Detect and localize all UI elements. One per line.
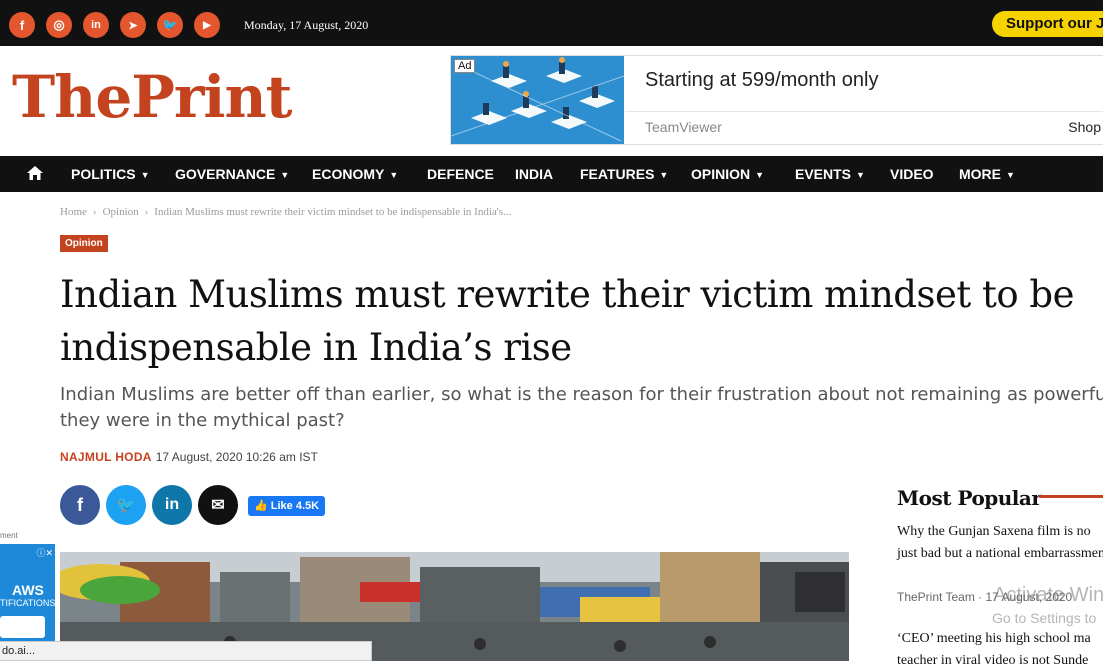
left-ad-text: TIFICATIONS xyxy=(0,598,55,608)
nav-more[interactable]: MORE ▼ xyxy=(959,156,1015,192)
facebook-icon[interactable]: f xyxy=(9,12,35,38)
nav-economy[interactable]: ECONOMY ▼ xyxy=(312,156,398,192)
main-nav: POLITICS ▼ GOVERNANCE ▼ ECONOMY ▼ DEFENCE I… xyxy=(0,156,1103,192)
ad-tag: Ad xyxy=(454,59,476,73)
ad-sponsor: TeamViewer xyxy=(645,119,722,135)
byline: NAJMUL HODA 17 August, 2020 10:26 am IST xyxy=(60,450,318,464)
nav-label: DEFENCE xyxy=(427,166,494,182)
chevron-down-icon: ▼ xyxy=(659,170,669,180)
twitter-icon[interactable]: 🐦 xyxy=(157,12,183,38)
left-ad-brand: AWS xyxy=(12,582,44,598)
chevron-down-icon: ▼ xyxy=(856,170,865,180)
nav-label: INDIA xyxy=(515,166,554,182)
activation-watermark-text: Go to Settings to xyxy=(992,610,1097,626)
nav-opinion[interactable]: OPINION ▼ xyxy=(691,156,764,192)
logo-the: The xyxy=(12,63,132,131)
breadcrumb-current: Indian Muslims must rewrite their victim… xyxy=(154,206,512,218)
left-side-ad[interactable]: ⓘ✕ AWS TIFICATIONS xyxy=(0,544,55,646)
nav-label: MORE xyxy=(959,166,1001,182)
like-count: Like 4.5K xyxy=(270,500,320,512)
category-badge[interactable]: Opinion xyxy=(60,235,108,252)
nav-label: EVENTS xyxy=(795,166,852,182)
nav-india[interactable]: INDIA xyxy=(515,156,553,192)
breadcrumb-separator: › xyxy=(92,206,97,218)
breadcrumb: Home › Opinion › Indian Muslims must rewrite… xyxy=(60,206,511,218)
left-ad-label: ment xyxy=(0,531,18,540)
logo-print: Print xyxy=(131,63,292,131)
breadcrumb-opinion[interactable]: Opinion xyxy=(103,206,139,218)
author-name[interactable]: NAJMUL HODA xyxy=(60,450,152,464)
nav-label: FEATURES xyxy=(580,166,655,182)
instagram-icon[interactable]: ◎ xyxy=(46,12,72,38)
chevron-down-icon: ▼ xyxy=(140,170,150,180)
popular-story-2[interactable]: ‘CEO’ meeting his high school ma teacher… xyxy=(897,628,1103,672)
ad-headline[interactable]: Starting at 599/month only xyxy=(645,69,878,92)
facebook-like-button[interactable]: 👍 Like 4.5K xyxy=(248,496,326,516)
nav-politics[interactable]: POLITICS ▼ xyxy=(71,156,149,192)
share-linkedin-icon[interactable]: in xyxy=(152,485,192,525)
nav-governance[interactable]: GOVERNANCE ▼ xyxy=(175,156,289,192)
nav-label: OPINION xyxy=(691,166,751,182)
activation-watermark-title: Activate Win xyxy=(993,584,1103,606)
support-button[interactable]: Support our Jo xyxy=(992,11,1103,37)
nav-video[interactable]: VIDEO xyxy=(890,156,934,192)
nav-defence[interactable]: DEFENCE xyxy=(427,156,494,192)
linkedin-icon[interactable]: in xyxy=(83,12,109,38)
nav-events[interactable]: EVENTS ▼ xyxy=(795,156,865,192)
share-facebook-icon[interactable]: f xyxy=(60,485,100,525)
popular-story-1[interactable]: Why the Gunjan Saxena film is no just ba… xyxy=(897,521,1103,565)
thumbs-up-icon: 👍 xyxy=(254,500,271,512)
nav-label: POLITICS xyxy=(71,166,136,182)
ad-cta-button[interactable]: Shop xyxy=(1068,119,1101,135)
breadcrumb-home[interactable]: Home xyxy=(60,206,87,218)
most-popular-heading: Most Popular xyxy=(897,486,1042,510)
telegram-icon[interactable]: ➤ xyxy=(120,12,146,38)
nav-features[interactable]: FEATURES ▼ xyxy=(580,156,668,192)
chevron-down-icon: ▼ xyxy=(755,170,765,180)
ad-banner[interactable]: Ad Starting at 599/month only TeamViewer… xyxy=(450,55,1103,145)
current-date: Monday, 17 August, 2020 xyxy=(244,18,369,32)
share-twitter-icon[interactable]: 🐦 xyxy=(106,485,146,525)
breadcrumb-separator: › xyxy=(144,206,149,218)
ad-image: Ad xyxy=(451,56,625,144)
chevron-down-icon: ▼ xyxy=(1006,170,1015,180)
publish-timestamp: 17 August, 2020 10:26 am IST xyxy=(155,450,318,464)
youtube-icon[interactable]: ▶ xyxy=(194,12,220,38)
ad-divider xyxy=(625,111,1103,112)
nav-label: GOVERNANCE xyxy=(175,166,276,182)
chevron-down-icon: ▼ xyxy=(280,170,290,180)
chevron-down-icon: ▼ xyxy=(389,170,399,180)
share-email-icon[interactable]: ✉ xyxy=(198,485,238,525)
left-ad-button[interactable] xyxy=(0,616,45,638)
nav-label: ECONOMY xyxy=(312,166,385,182)
ad-close-icon[interactable]: ⓘ✕ xyxy=(36,546,53,559)
home-icon[interactable] xyxy=(26,156,44,192)
article-subtitle: Indian Muslims are better off than earli… xyxy=(60,384,1103,431)
nav-label: VIDEO xyxy=(890,166,934,182)
heading-accent-line xyxy=(1039,495,1103,498)
top-bar: f ◎ in ➤ 🐦 ▶ Monday, 17 August, 2020 Sup… xyxy=(0,0,1103,46)
article-title: Indian Muslims must rewrite their victim… xyxy=(60,273,1074,369)
site-logo[interactable]: ThePrint xyxy=(12,68,292,126)
browser-status-bar: do.ai... xyxy=(0,641,372,661)
